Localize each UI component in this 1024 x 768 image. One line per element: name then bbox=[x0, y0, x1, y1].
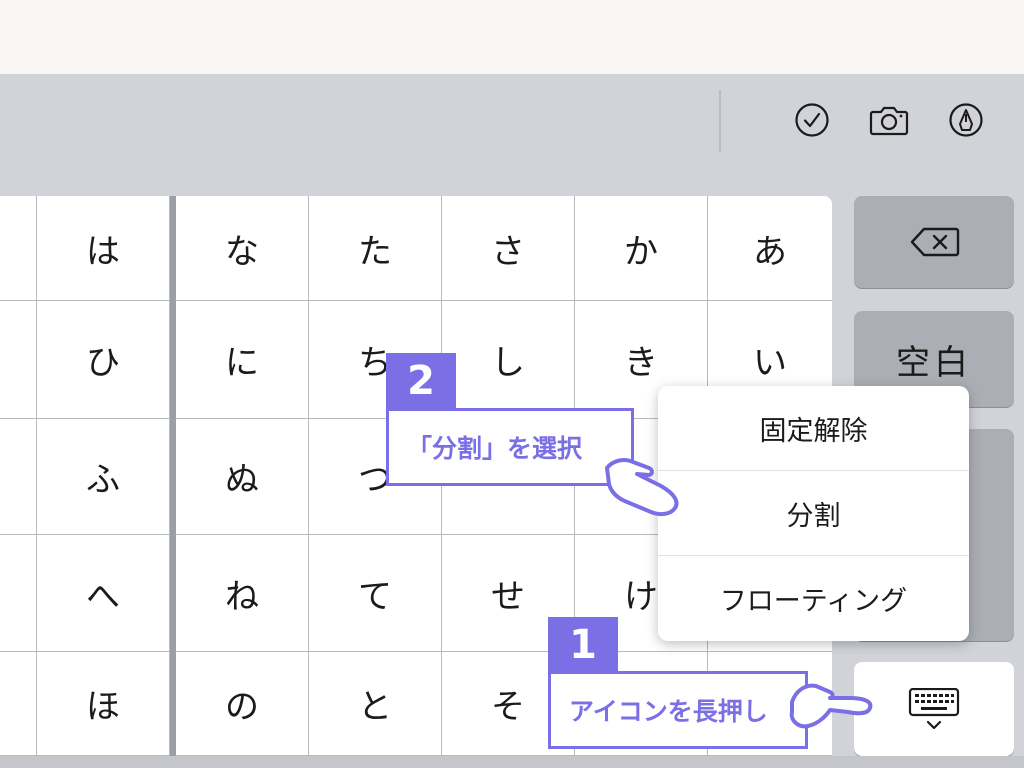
kana-key[interactable]: に bbox=[176, 301, 309, 419]
keyboard-hide-icon bbox=[908, 688, 960, 730]
key-partial[interactable] bbox=[0, 301, 37, 419]
key-partial[interactable] bbox=[0, 652, 37, 756]
delete-backspace-icon bbox=[910, 227, 960, 257]
kana-key[interactable]: か bbox=[575, 196, 708, 301]
kana-key[interactable]: な bbox=[176, 196, 309, 301]
kana-key[interactable]: と bbox=[309, 652, 442, 756]
bottom-strip bbox=[0, 756, 1024, 768]
pointing-hand-icon bbox=[605, 458, 679, 517]
kana-key[interactable]: へ bbox=[37, 535, 170, 652]
kana-key[interactable]: あ bbox=[708, 196, 832, 301]
menu-item-split[interactable]: 分割 bbox=[658, 471, 969, 556]
kana-key[interactable]: ぬ bbox=[176, 419, 309, 535]
camera-icon[interactable] bbox=[869, 102, 909, 138]
kana-key[interactable]: さ bbox=[442, 196, 575, 301]
kana-key[interactable]: ね bbox=[176, 535, 309, 652]
checkmark-circle-icon[interactable] bbox=[794, 102, 830, 138]
kana-key[interactable]: ほ bbox=[37, 652, 170, 756]
kana-key[interactable]: は bbox=[37, 196, 170, 301]
toolbar-divider bbox=[719, 90, 721, 152]
key-partial[interactable] bbox=[0, 535, 37, 652]
kana-key[interactable]: た bbox=[309, 196, 442, 301]
callout-text-1: アイコンを長押し bbox=[548, 671, 808, 749]
kana-key[interactable]: ふ bbox=[37, 419, 170, 535]
pointing-hand-icon bbox=[789, 683, 873, 729]
kana-key[interactable]: の bbox=[176, 652, 309, 756]
ipad-keyboard-screen: は な た さ か あ ひ に ち し き い ふ ぬ つ へ ね て せ け … bbox=[0, 0, 1024, 768]
split-divider bbox=[170, 196, 176, 756]
document-area[interactable] bbox=[0, 0, 1024, 74]
menu-item-undock[interactable]: 固定解除 bbox=[658, 386, 969, 471]
kana-key[interactable]: し bbox=[442, 301, 575, 419]
keyboard-hide-key[interactable] bbox=[854, 662, 1014, 756]
delete-key[interactable] bbox=[854, 196, 1014, 288]
callout-number-1: 1 bbox=[548, 617, 618, 672]
menu-item-floating[interactable]: フローティング bbox=[658, 556, 969, 641]
kana-key[interactable]: て bbox=[309, 535, 442, 652]
key-partial[interactable] bbox=[0, 196, 37, 301]
key-partial[interactable] bbox=[0, 419, 37, 535]
callout-number-2: 2 bbox=[386, 353, 456, 408]
kana-key[interactable]: ひ bbox=[37, 301, 170, 419]
callout-text-2: 「分割」を選択 bbox=[386, 408, 634, 486]
pen-tip-icon[interactable] bbox=[948, 102, 984, 138]
keyboard-options-menu: 固定解除 分割 フローティング bbox=[658, 386, 969, 641]
